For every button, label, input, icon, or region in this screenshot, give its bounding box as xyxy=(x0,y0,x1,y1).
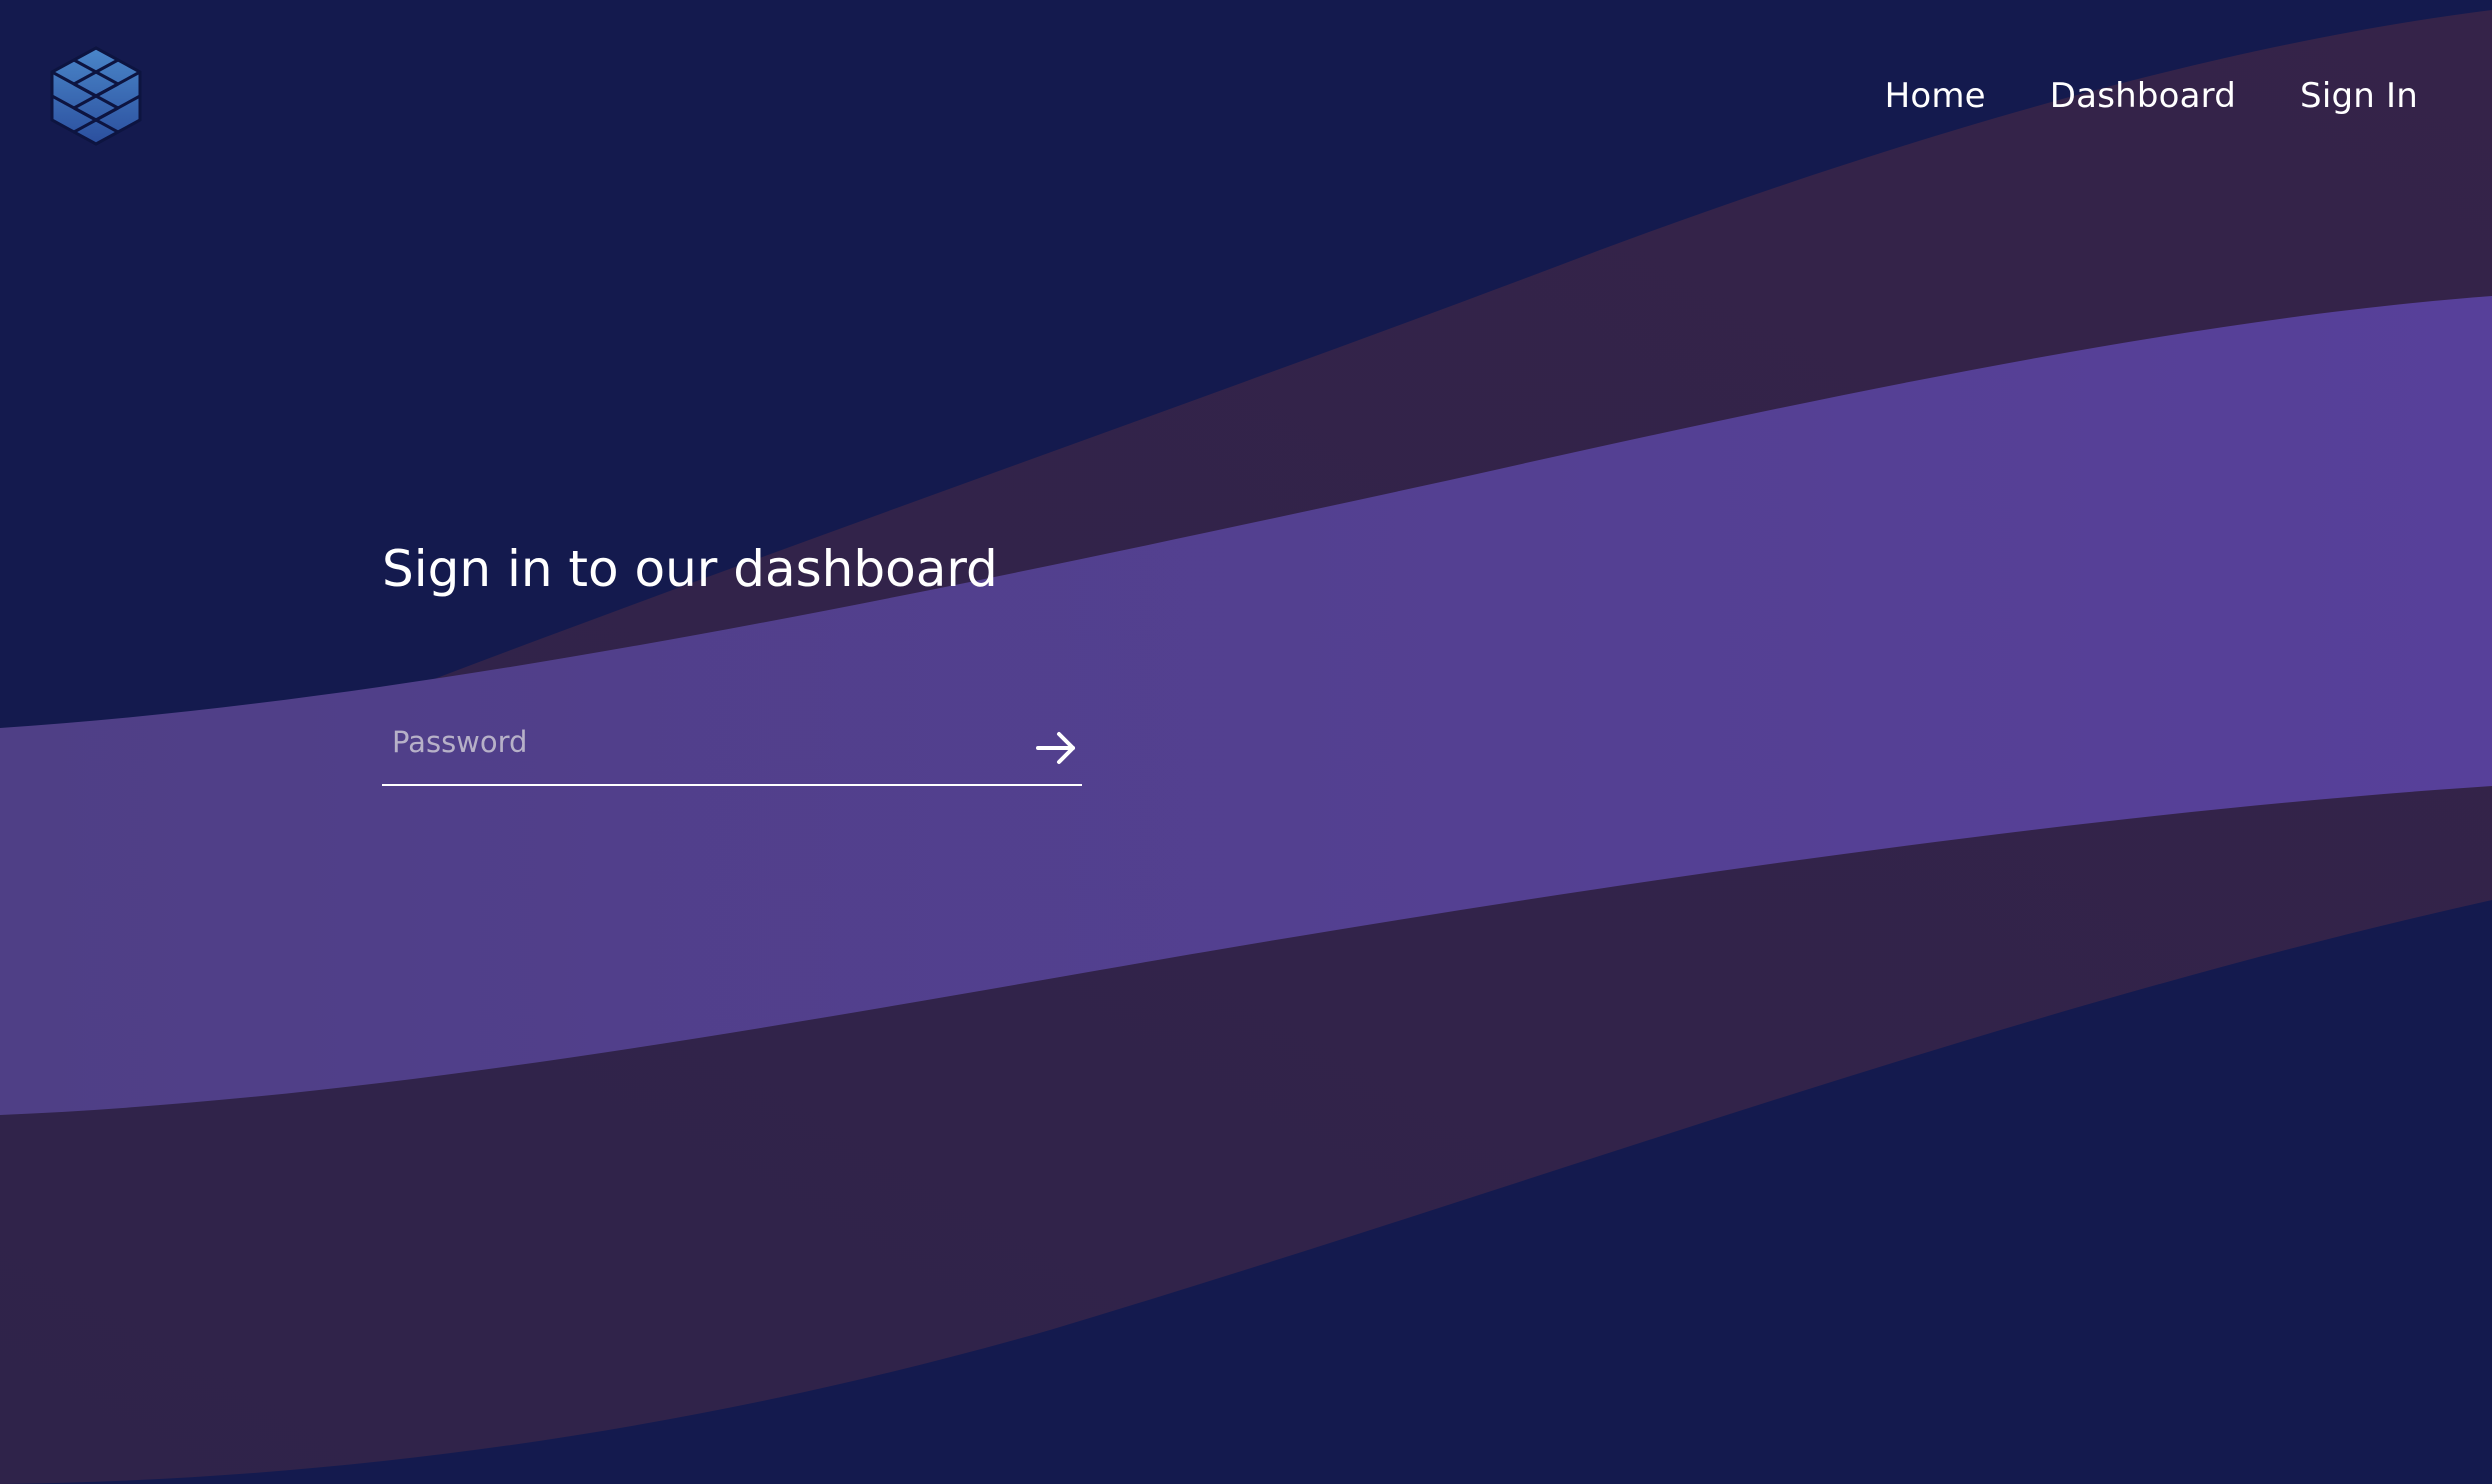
nav-home-link[interactable]: Home xyxy=(1885,74,1986,118)
top-nav: Home Dashboard Sign In xyxy=(1885,74,2418,118)
stacked-cube-logo-icon xyxy=(50,46,142,146)
page-title: Sign in to our dashboard xyxy=(382,540,998,598)
wave-background xyxy=(0,10,2492,1484)
nav-dashboard-link[interactable]: Dashboard xyxy=(2050,74,2236,118)
password-input[interactable] xyxy=(382,714,982,770)
arrow-right-icon xyxy=(1036,732,1075,764)
sign-in-page: Home Dashboard Sign In Sign in to our da… xyxy=(0,0,2492,1484)
password-field-wrapper xyxy=(382,714,1082,786)
nav-sign-in-link[interactable]: Sign In xyxy=(2300,74,2418,118)
submit-button[interactable] xyxy=(1026,714,1082,774)
